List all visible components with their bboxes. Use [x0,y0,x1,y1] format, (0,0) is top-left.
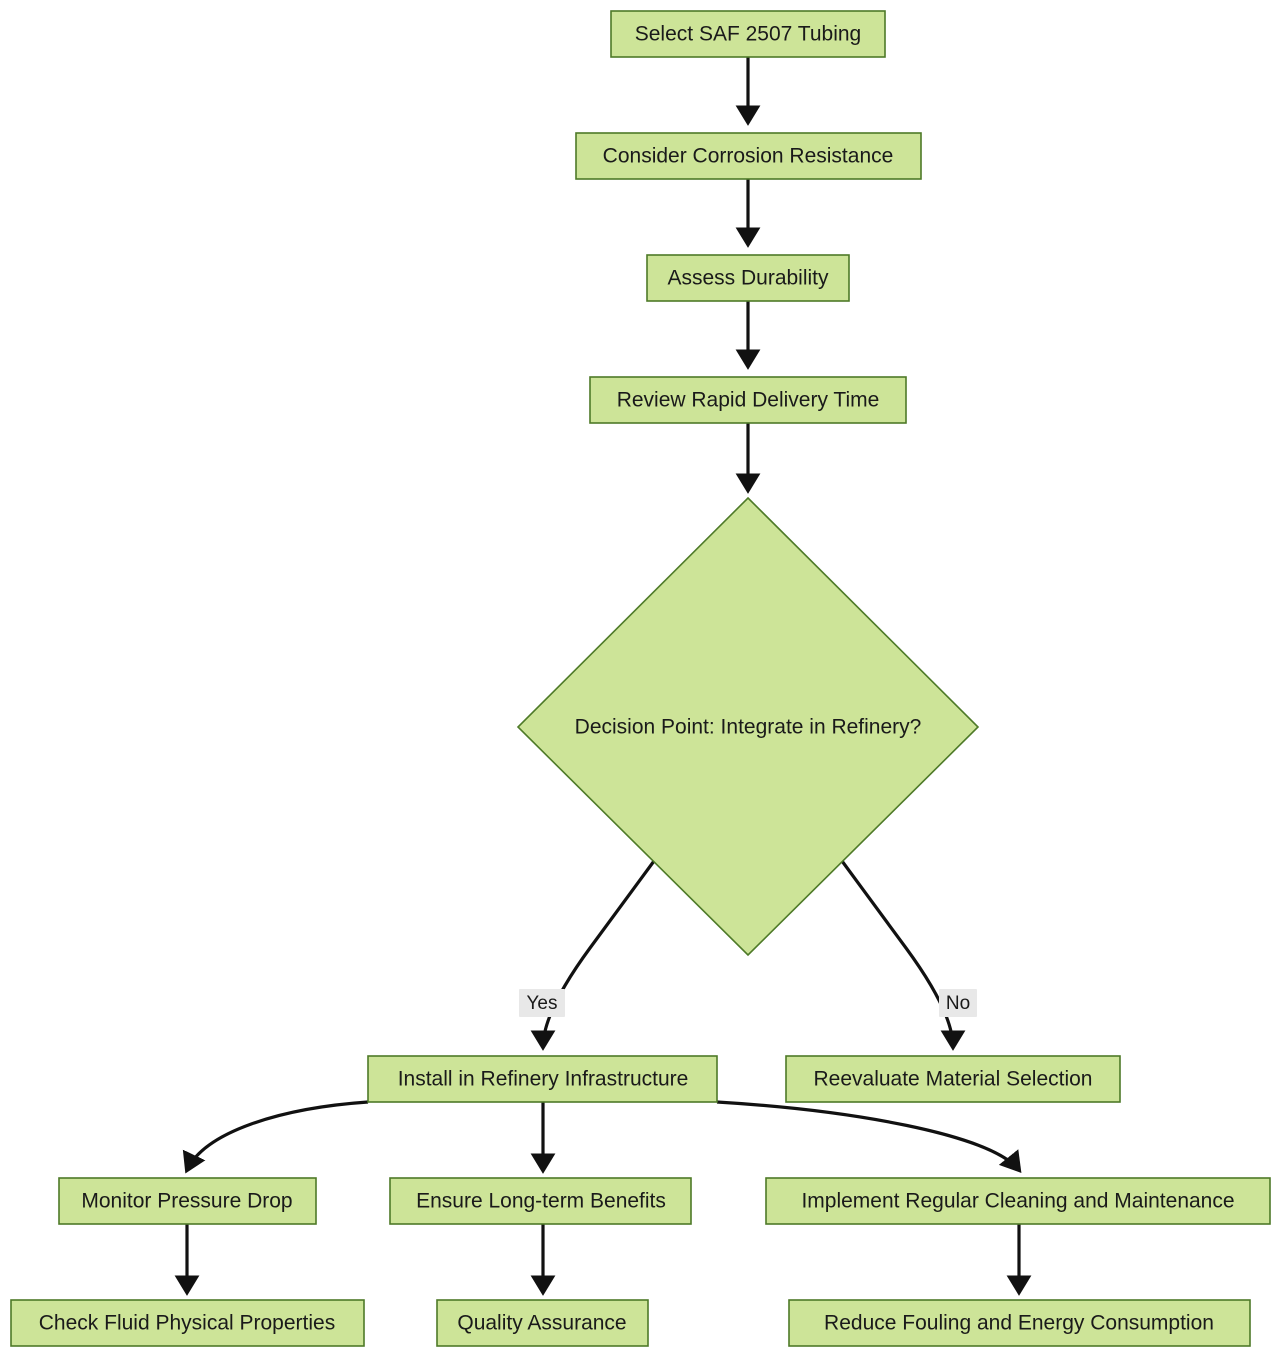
node-shape-rect[interactable] [646,254,850,302]
node-shape-rect[interactable] [58,1177,317,1225]
node-shape-rect[interactable] [367,1055,718,1103]
node-implement-regular-cleaning-and-maintenance[interactable]: Implement Regular Cleaning and Maintenan… [765,1177,1271,1225]
node-consider-corrosion-resistance[interactable]: Consider Corrosion Resistance [575,132,922,180]
node-shape-rect[interactable] [788,1299,1251,1347]
node-reduce-fouling-and-energy-consumption[interactable]: Reduce Fouling and Energy Consumption [788,1299,1251,1347]
edge-label-no: No [939,989,977,1017]
node-shape-rect[interactable] [575,132,922,180]
node-assess-durability[interactable]: Assess Durability [646,254,850,302]
node-shape-rect[interactable] [610,10,886,58]
node-check-fluid-physical-properties[interactable]: Check Fluid Physical Properties [10,1299,365,1347]
node-reevaluate-material-selection[interactable]: Reevaluate Material Selection [785,1055,1121,1103]
flowchart-svg: Yes No Select SAF 2507 Tubing Consider C… [0,0,1280,1359]
node-quality-assurance[interactable]: Quality Assurance [436,1299,649,1347]
node-shape-rect[interactable] [10,1299,365,1347]
node-shape-rect[interactable] [765,1177,1271,1225]
node-shape-rect[interactable] [389,1177,692,1225]
edge-label-yes: Yes [519,989,565,1017]
edge-label-no-text: No [946,993,970,1014]
node-monitor-pressure-drop[interactable]: Monitor Pressure Drop [58,1177,317,1225]
node-shape-rect[interactable] [785,1055,1121,1103]
node-install-in-refinery-infrastructure[interactable]: Install in Refinery Infrastructure [367,1055,718,1103]
flowchart-canvas: Yes No Select SAF 2507 Tubing Consider C… [0,0,1280,1359]
node-review-rapid-delivery-time[interactable]: Review Rapid Delivery Time [589,376,907,424]
node-shape-rect[interactable] [436,1299,649,1347]
node-ensure-long-term-benefits[interactable]: Ensure Long-term Benefits [389,1177,692,1225]
node-select-saf-2507-tubing[interactable]: Select SAF 2507 Tubing [610,10,886,58]
node-shape-rect[interactable] [589,376,907,424]
edge-label-yes-text: Yes [527,993,558,1014]
